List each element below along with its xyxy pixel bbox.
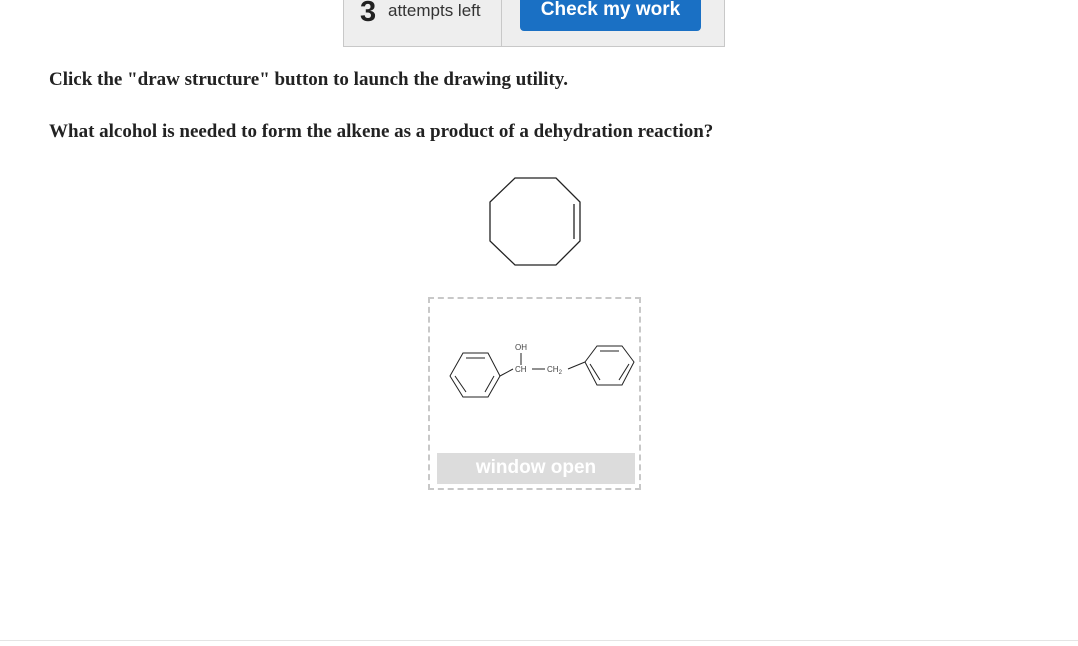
- bottom-divider: [0, 640, 1078, 641]
- attempts-count: 3: [360, 0, 377, 28]
- cyclooctene-structure: [489, 177, 581, 266]
- svg-text:CH2: CH2: [547, 365, 563, 376]
- methylene-label: CH: [547, 365, 559, 374]
- attempts-counter: 3 attempts left: [344, 0, 502, 46]
- check-my-work-button[interactable]: Check my work: [520, 0, 701, 31]
- attempts-label: attempts left: [388, 1, 481, 20]
- methine-label: CH: [515, 365, 527, 374]
- question-text: What alcohol is needed to form the alken…: [49, 121, 714, 142]
- methylene-subscript: 2: [559, 370, 563, 376]
- attempts-bar: 3 attempts left Check my work: [343, 0, 725, 47]
- drawing-area[interactable]: OH CH CH2 window open: [428, 297, 641, 490]
- starting-molecule-structure: OH CH CH2: [449, 343, 635, 398]
- window-open-button[interactable]: window open: [437, 453, 635, 484]
- hydroxyl-label: OH: [515, 343, 527, 352]
- instruction-text: Click the "draw structure" button to lau…: [49, 69, 568, 90]
